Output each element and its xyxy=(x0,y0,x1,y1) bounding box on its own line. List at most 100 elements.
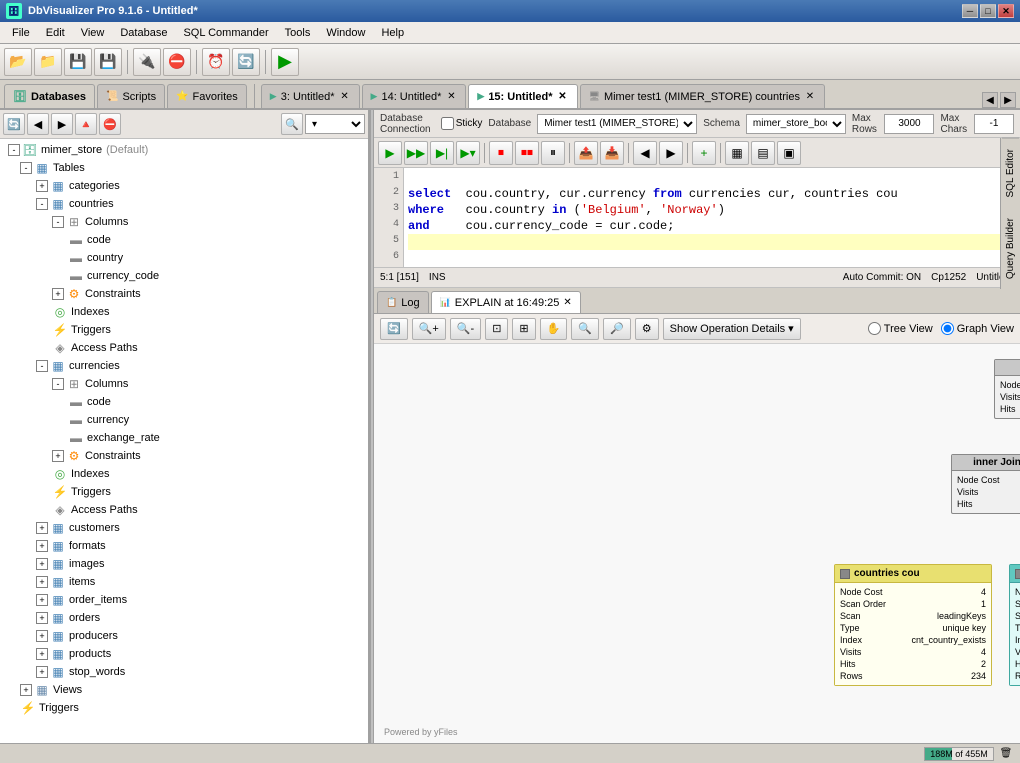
expand-items[interactable]: + xyxy=(36,576,48,588)
tree-images[interactable]: + ▦ images xyxy=(34,555,366,573)
graph-view-radio[interactable]: Graph View xyxy=(941,322,1014,335)
sql-run-btn[interactable]: ▶ xyxy=(378,141,402,165)
tree-constraints-currencies[interactable]: + ⚙ Constraints xyxy=(50,447,366,465)
sidebar-filter-select[interactable]: ▾ xyxy=(305,114,365,134)
tree-countries[interactable]: - ▦ countries xyxy=(34,195,366,213)
minimize-button[interactable]: ─ xyxy=(962,4,978,18)
query-builder-side-tab[interactable]: Query Builder xyxy=(1002,208,1019,289)
expand-countries[interactable]: - xyxy=(36,198,48,210)
toolbar-connect[interactable]: 🔌 xyxy=(133,48,161,76)
sql-next-btn[interactable]: ▶ xyxy=(659,141,683,165)
close-button[interactable]: ✕ xyxy=(998,4,1014,18)
tree-constraints-countries[interactable]: + ⚙ Constraints xyxy=(50,285,366,303)
graph-view-input[interactable] xyxy=(941,322,954,335)
result-zoom-fit-btn[interactable]: ⊡ xyxy=(485,318,508,340)
tree-col-exchange-rate[interactable]: ▬ exchange_rate xyxy=(66,429,366,447)
expand-customers[interactable]: + xyxy=(36,522,48,534)
sidebar-search[interactable]: 🔍 xyxy=(281,113,303,135)
tab-nav-prev[interactable]: ◀ xyxy=(982,92,998,108)
sql-editor[interactable]: 1 2 3 4 5 6 select cou.country, cur.curr… xyxy=(374,168,1020,268)
maximize-button[interactable]: □ xyxy=(980,4,996,18)
tree-columns-countries[interactable]: - ⊞ Columns xyxy=(50,213,366,231)
sql-grid3-btn[interactable]: ▣ xyxy=(777,141,801,165)
tree-view-radio[interactable]: Tree View xyxy=(868,322,933,335)
expand-columns-countries[interactable]: - xyxy=(52,216,64,228)
tree-view-input[interactable] xyxy=(868,322,881,335)
tree-indexes-currencies[interactable]: ◎ Indexes xyxy=(50,465,366,483)
tab-close-3[interactable]: ✕ xyxy=(339,91,351,103)
sql-run-drop-btn[interactable]: ▶▾ xyxy=(456,141,480,165)
result-zoom-in-btn[interactable]: 🔍+ xyxy=(412,318,446,340)
toolbar-clock[interactable]: ⏰ xyxy=(202,48,230,76)
expand-tables[interactable]: - xyxy=(20,162,32,174)
menu-database[interactable]: Database xyxy=(112,25,175,41)
expand-columns-currencies[interactable]: - xyxy=(52,378,64,390)
toolbar-refresh[interactable]: 🔄 xyxy=(232,48,260,76)
tab-close-15[interactable]: ✕ xyxy=(557,91,569,103)
sql-add-btn[interactable]: + xyxy=(692,141,716,165)
result-pan-btn[interactable]: ✋ xyxy=(540,318,568,340)
tab-mimer[interactable]: 🖥 Mimer test1 (MIMER_STORE) countries ✕ xyxy=(580,84,825,108)
tab-explain[interactable]: 📊 EXPLAIN at 16:49:25 ✕ xyxy=(431,291,581,313)
menu-help[interactable]: Help xyxy=(373,25,412,41)
tree-columns-currencies[interactable]: - ⊞ Columns xyxy=(50,375,366,393)
tree-col-code[interactable]: ▬ code xyxy=(66,231,366,249)
tab-close-14[interactable]: ✕ xyxy=(445,91,457,103)
tree-indexes-countries[interactable]: ◎ Indexes xyxy=(50,303,366,321)
sidebar-stop[interactable]: ⛔ xyxy=(99,113,121,135)
tree-formats[interactable]: + ▦ formats xyxy=(34,537,366,555)
tree-currencies[interactable]: - ▦ currencies xyxy=(34,357,366,375)
expand-categories[interactable]: + xyxy=(36,180,48,192)
expand-orders[interactable]: + xyxy=(36,612,48,624)
toolbar-disconnect[interactable]: ⛔ xyxy=(163,48,191,76)
connection-select[interactable]: Mimer test1 (MIMER_STORE) xyxy=(537,114,697,134)
tree-container[interactable]: - 🗄 mimer_store (Default) - ▦ Tables + ▦… xyxy=(0,139,368,743)
menu-sql-commander[interactable]: SQL Commander xyxy=(175,25,276,41)
sticky-checkbox[interactable] xyxy=(441,117,454,130)
tab-editor-15[interactable]: ▶ 15: Untitled* ✕ xyxy=(468,84,577,108)
sidebar-forward[interactable]: ▶ xyxy=(51,113,73,135)
sql-editor-side-tab[interactable]: SQL Editor xyxy=(1002,138,1019,208)
menu-view[interactable]: View xyxy=(73,25,113,41)
sql-pause-btn[interactable]: ⏸ xyxy=(541,141,565,165)
expand-formats[interactable]: + xyxy=(36,540,48,552)
expand-constraints-currencies[interactable]: + xyxy=(52,450,64,462)
tree-tables[interactable]: - ▦ Tables xyxy=(18,159,366,177)
tree-items[interactable]: + ▦ items xyxy=(34,573,366,591)
schema-select[interactable]: mimer_store_book xyxy=(746,114,846,134)
show-operation-details-btn[interactable]: Show Operation Details ▾ xyxy=(663,318,801,340)
tab-favorites[interactable]: ⭐ Favorites xyxy=(167,84,247,108)
expand-mimer[interactable]: - xyxy=(8,144,20,156)
result-zoom-out-btn[interactable]: 🔍- xyxy=(450,318,481,340)
expand-producers[interactable]: + xyxy=(36,630,48,642)
sql-import-btn[interactable]: 📥 xyxy=(600,141,624,165)
toolbar-open[interactable]: 📂 xyxy=(4,48,32,76)
sql-export-btn[interactable]: 📤 xyxy=(574,141,598,165)
result-zoom-magnify-btn[interactable]: 🔍 xyxy=(571,318,599,340)
tree-triggers-currencies[interactable]: ⚡ Triggers xyxy=(50,483,366,501)
tree-col-currency-code[interactable]: ▬ currency_code xyxy=(66,267,366,285)
expand-order-items[interactable]: + xyxy=(36,594,48,606)
sql-prev-btn[interactable]: ◀ xyxy=(633,141,657,165)
result-zoom-magnify2-btn[interactable]: 🔎 xyxy=(603,318,631,340)
tree-customers[interactable]: + ▦ customers xyxy=(34,519,366,537)
tree-col-currency[interactable]: ▬ currency xyxy=(66,411,366,429)
toolbar-folder[interactable]: 📁 xyxy=(34,48,62,76)
menu-window[interactable]: Window xyxy=(318,25,373,41)
sidebar-refresh[interactable]: 🔄 xyxy=(3,113,25,135)
tab-databases[interactable]: 🗄 Databases xyxy=(4,84,95,108)
sql-grid2-btn[interactable]: ▤ xyxy=(751,141,775,165)
sql-stop-btn[interactable]: ⏹ xyxy=(489,141,513,165)
tree-access-paths-currencies[interactable]: ◈ Access Paths xyxy=(50,501,366,519)
max-chars-input[interactable] xyxy=(974,114,1014,134)
result-details-btn[interactable]: ⚙ xyxy=(635,318,659,340)
tree-access-paths-countries[interactable]: ◈ Access Paths xyxy=(50,339,366,357)
tab-nav-next[interactable]: ▶ xyxy=(1000,92,1016,108)
tab-log[interactable]: 📋 Log xyxy=(377,291,429,313)
menu-edit[interactable]: Edit xyxy=(38,25,73,41)
tree-col-country[interactable]: ▬ country xyxy=(66,249,366,267)
tree-producers[interactable]: + ▦ producers xyxy=(34,627,366,645)
expand-products[interactable]: + xyxy=(36,648,48,660)
sql-run-all-btn[interactable]: ▶▶ xyxy=(404,141,428,165)
tree-categories[interactable]: + ▦ categories xyxy=(34,177,366,195)
